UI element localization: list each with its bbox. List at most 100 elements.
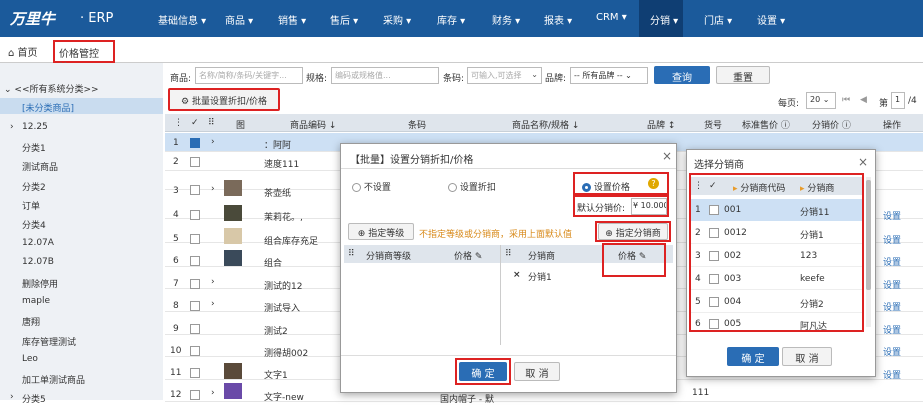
row-checkbox[interactable]	[190, 368, 200, 378]
query-button[interactable]: 查询	[654, 66, 710, 84]
barcode-input[interactable]: 可输入,可选择 ⌄	[467, 67, 542, 84]
row-checkbox[interactable]	[190, 138, 200, 148]
nav-item-settings[interactable]: 设置 ▾	[757, 12, 785, 27]
row-checkbox[interactable]	[709, 228, 719, 238]
category-item[interactable]: 分类5	[22, 392, 46, 405]
tab-home[interactable]: ⌂ 首页	[8, 44, 38, 59]
radio-discount[interactable]: 设置折扣	[448, 180, 496, 193]
row-expand[interactable]: ›	[211, 299, 215, 309]
menu-icon[interactable]: ⋮	[694, 181, 703, 191]
col-name[interactable]: 商品名称/规格 ↓	[512, 118, 579, 131]
row-setting-link[interactable]: 设置	[883, 300, 901, 313]
assign-distributor-button[interactable]: ⊕ 指定分销商	[598, 223, 668, 240]
nav-item-purchase[interactable]: 采购 ▾	[383, 12, 411, 27]
product-input[interactable]: 名称/简称/条码/关键字...	[195, 67, 303, 84]
close-icon[interactable]: ×	[858, 155, 868, 169]
category-item[interactable]: 分类1	[22, 141, 46, 154]
category-item[interactable]: 分类4	[22, 218, 46, 231]
help-icon[interactable]: ?	[648, 178, 659, 189]
row-checkbox[interactable]	[190, 234, 200, 244]
category-item[interactable]: [未分类商品]	[22, 101, 74, 114]
row-expand[interactable]: ›	[211, 277, 215, 287]
scrollbar-thumb[interactable]	[866, 180, 871, 290]
close-icon[interactable]: ×	[662, 149, 672, 163]
category-item[interactable]: 测试商品	[22, 160, 58, 173]
category-item[interactable]: 唐翔	[22, 315, 40, 328]
category-item[interactable]: 删除停用	[22, 277, 58, 290]
default-price-input[interactable]: ¥ 10.000	[631, 198, 667, 215]
chevron-right-icon[interactable]: ›	[10, 392, 14, 402]
radio-price[interactable]: 设置价格	[582, 180, 630, 193]
confirm-button[interactable]: 确 定	[727, 347, 779, 366]
nav-item-store[interactable]: 门店 ▾	[704, 12, 732, 27]
brand-select[interactable]: -- 所有品牌 -- ⌄	[570, 67, 648, 84]
row-sku: 111	[692, 388, 710, 398]
row-no: 2	[173, 157, 179, 167]
row-checkbox[interactable]	[190, 210, 200, 220]
row-setting-link[interactable]: 设置	[883, 278, 901, 291]
row-setting-link[interactable]: 设置	[883, 345, 901, 358]
assign-level-button[interactable]: ⊕ 指定等级	[348, 223, 414, 240]
radio-none[interactable]: 不设置	[352, 180, 391, 193]
row-checkbox[interactable]	[709, 274, 719, 284]
nav-item-stock[interactable]: 库存 ▾	[437, 12, 465, 27]
spec-input[interactable]: 编码或规格值...	[331, 67, 439, 84]
row-expand[interactable]: ›	[211, 388, 215, 398]
category-item[interactable]: 订单	[22, 199, 40, 212]
row-checkbox[interactable]	[190, 279, 200, 289]
chevron-right-icon[interactable]: ›	[10, 122, 14, 132]
row-setting-link[interactable]: 设置	[883, 209, 901, 222]
category-item[interactable]: 12.07B	[22, 257, 54, 267]
col-code[interactable]: 商品编码 ↓	[290, 118, 336, 131]
remove-icon[interactable]: ×	[513, 270, 521, 280]
category-item[interactable]: maple	[22, 296, 50, 306]
menu-icon[interactable]: ⋮	[174, 118, 183, 128]
nav-item-report[interactable]: 报表 ▾	[544, 12, 572, 27]
row-setting-link[interactable]: 设置	[883, 233, 901, 246]
row-setting-link[interactable]: 设置	[883, 255, 901, 268]
category-item[interactable]: 加工单测试商品	[22, 373, 85, 386]
page-input[interactable]: 1	[891, 92, 905, 109]
check-all-icon[interactable]: ✓	[709, 181, 717, 191]
row-checkbox[interactable]	[709, 297, 719, 307]
per-page-select[interactable]: 20 ⌄	[806, 92, 836, 109]
row-setting-link[interactable]: 设置	[883, 323, 901, 336]
batch-set-button[interactable]: ⚙ 批量设置折扣/价格	[168, 88, 280, 111]
nav-item-crm[interactable]: CRM ▾	[596, 12, 627, 23]
row-setting-link[interactable]: 设置	[883, 368, 901, 381]
nav-item-finance[interactable]: 财务 ▾	[492, 12, 520, 27]
nav-item-basic[interactable]: 基础信息 ▾	[158, 12, 206, 27]
row-expand[interactable]: ›	[211, 184, 215, 194]
row-checkbox[interactable]	[190, 346, 200, 356]
row-checkbox[interactable]	[190, 256, 200, 266]
category-item[interactable]: 库存管理测试	[22, 335, 76, 348]
category-item[interactable]: 分类2	[22, 180, 46, 193]
row-checkbox[interactable]	[709, 205, 719, 215]
row-checkbox[interactable]	[709, 319, 719, 329]
tab-price-control[interactable]: 价格管控 ×	[53, 40, 115, 71]
row-expand[interactable]: ›	[211, 137, 215, 147]
row-name: 国内帽子 - 默	[440, 395, 494, 405]
category-item[interactable]: Leo	[22, 354, 38, 364]
category-item[interactable]: 12.07A	[22, 238, 54, 248]
nav-item-sales[interactable]: 销售 ▾	[278, 12, 306, 27]
cancel-button[interactable]: 取 消	[514, 362, 560, 381]
row-checkbox[interactable]	[190, 324, 200, 334]
first-page-icon[interactable]: ⏮	[842, 95, 850, 105]
row-checkbox[interactable]	[190, 390, 200, 400]
reset-button[interactable]: 重置	[716, 66, 770, 84]
category-root[interactable]: ⌄ <<所有系统分类>>	[4, 82, 99, 95]
check-all-icon[interactable]: ✓	[191, 118, 199, 128]
prev-page-icon[interactable]: ◀	[860, 95, 867, 105]
category-item[interactable]: 12.25	[22, 122, 48, 132]
row-checkbox[interactable]	[190, 301, 200, 311]
nav-item-aftersale[interactable]: 售后 ▾	[330, 12, 358, 27]
col-brand[interactable]: 品牌 ↕	[647, 118, 675, 131]
row-checkbox[interactable]	[709, 251, 719, 261]
cancel-button[interactable]: 取 消	[782, 347, 832, 366]
nav-item-goods[interactable]: 商品 ▾	[225, 12, 253, 27]
row-checkbox[interactable]	[190, 185, 200, 195]
row-checkbox[interactable]	[190, 157, 200, 167]
nav-item-distribution[interactable]: 分销 ▾	[650, 12, 678, 27]
confirm-button[interactable]: 确 定	[459, 362, 507, 381]
